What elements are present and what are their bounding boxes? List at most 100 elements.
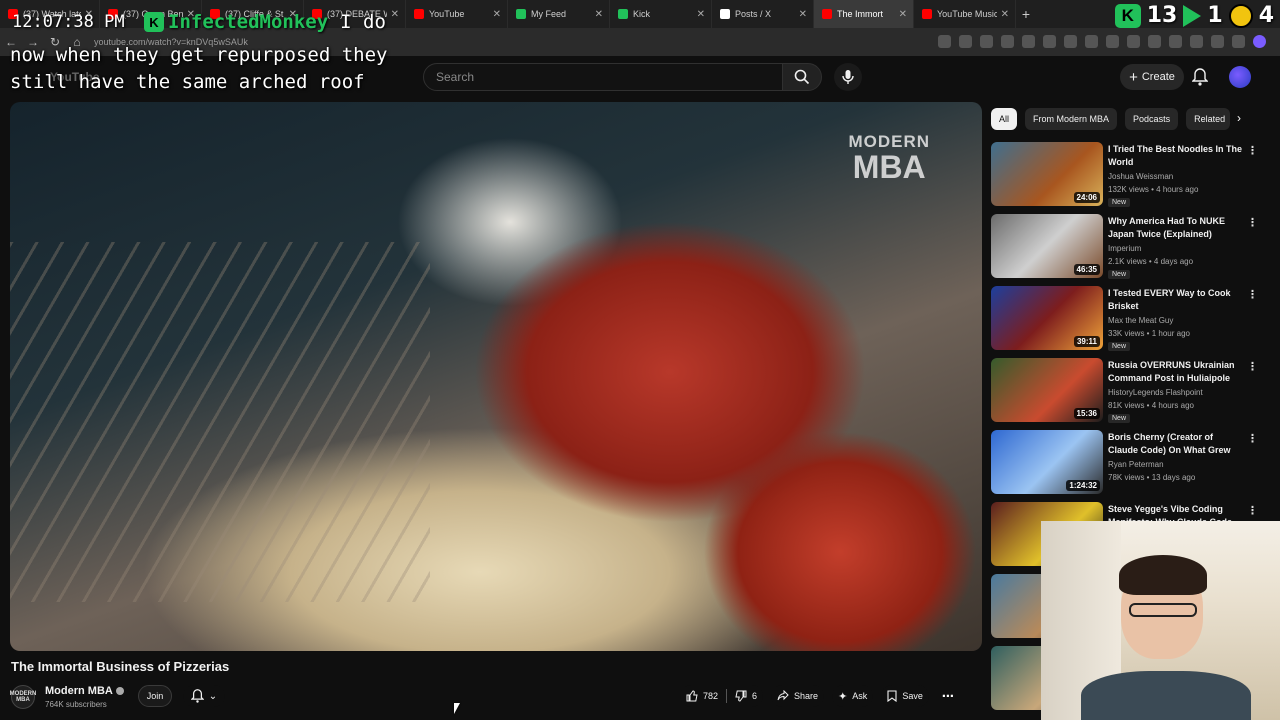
extension-icon[interactable] bbox=[1169, 35, 1182, 48]
list-item[interactable]: 15:36 Russia OVERRUNS Ukrainian Command … bbox=[991, 358, 1266, 430]
rec-channel[interactable]: Imperium bbox=[1108, 244, 1141, 253]
video-thumbnail[interactable]: 46:35 bbox=[991, 214, 1103, 278]
channel-watermark: MODERN MBA bbox=[848, 132, 930, 185]
close-icon[interactable]: ✕ bbox=[1001, 9, 1009, 20]
extension-icon[interactable] bbox=[1001, 35, 1014, 48]
video-thumbnail[interactable]: 24:06 bbox=[991, 142, 1103, 206]
rec-title[interactable]: I Tested EVERY Way to Cook Brisket bbox=[1108, 287, 1243, 313]
extension-icon[interactable] bbox=[1211, 35, 1224, 48]
video-thumbnail[interactable]: 1:24:32 bbox=[991, 430, 1103, 494]
video-player[interactable]: MODERN MBA bbox=[10, 102, 982, 651]
list-item[interactable]: 24:06 I Tried The Best Noodles In The Wo… bbox=[991, 142, 1266, 214]
close-icon[interactable]: ✕ bbox=[899, 9, 907, 20]
rec-channel[interactable]: HistoryLegends Flashpoint bbox=[1108, 388, 1203, 397]
video-thumbnail[interactable]: 39:11 bbox=[991, 286, 1103, 350]
list-item[interactable]: 46:35 Why America Had To NUKE Japan Twic… bbox=[991, 214, 1266, 286]
browser-tab[interactable]: My Feed ✕ bbox=[508, 0, 610, 28]
kebab-menu-icon[interactable]: ⋮ bbox=[1247, 216, 1258, 229]
video-thumbnail[interactable]: 15:36 bbox=[991, 358, 1103, 422]
close-icon[interactable]: ✕ bbox=[697, 9, 705, 20]
extension-icon[interactable] bbox=[1085, 35, 1098, 48]
rec-title[interactable]: I Tried The Best Noodles In The World bbox=[1108, 143, 1243, 169]
close-icon[interactable]: ✕ bbox=[391, 9, 399, 20]
rec-channel[interactable]: Ryan Peterman bbox=[1108, 460, 1164, 469]
chip-from-channel[interactable]: From Modern MBA bbox=[1025, 108, 1118, 130]
kebab-menu-icon[interactable]: ⋮ bbox=[1247, 360, 1258, 373]
close-icon[interactable]: ✕ bbox=[799, 9, 807, 20]
duration-badge: 39:11 bbox=[1073, 336, 1100, 347]
share-button[interactable]: Share bbox=[771, 685, 825, 707]
chip-related[interactable]: Related bbox=[1186, 108, 1231, 130]
extension-icon[interactable] bbox=[938, 35, 951, 48]
duration-badge: 46:35 bbox=[1073, 264, 1100, 275]
kebab-menu-icon[interactable]: ⋮ bbox=[1247, 504, 1258, 517]
rec-channel[interactable]: Max the Meat Guy bbox=[1108, 316, 1173, 325]
voice-search-button[interactable] bbox=[834, 63, 862, 91]
watermark-bottom: MBA bbox=[852, 149, 926, 185]
close-icon[interactable]: ✕ bbox=[595, 9, 603, 20]
save-label: Save bbox=[902, 691, 923, 701]
browser-tab[interactable]: YouTube Music ✕ bbox=[914, 0, 1016, 28]
extension-icon[interactable] bbox=[1043, 35, 1056, 48]
duration-badge: 1:24:32 bbox=[1066, 480, 1100, 491]
browser-tab[interactable]: Posts / X ✕ bbox=[712, 0, 814, 28]
chevron-right-icon[interactable]: › bbox=[1237, 111, 1241, 125]
list-item[interactable]: 1:24:32 Boris Cherny (Creator of Claude … bbox=[991, 430, 1266, 502]
channel-row: MODERN MBA Modern MBA 764K subscribers J… bbox=[10, 683, 983, 711]
kebab-menu-icon[interactable]: ⋮ bbox=[1247, 144, 1258, 157]
dislike-count: 6 bbox=[752, 691, 758, 701]
search-input[interactable]: Search bbox=[423, 63, 783, 91]
more-actions-icon[interactable]: ⋯ bbox=[937, 685, 959, 707]
kebab-menu-icon[interactable]: ⋮ bbox=[1247, 432, 1258, 445]
rec-title[interactable]: Russia OVERRUNS Ukrainian Command Post i… bbox=[1108, 359, 1243, 385]
rec-meta: 78K views • 13 days ago bbox=[1108, 473, 1196, 482]
rec-title[interactable]: Why America Had To NUKE Japan Twice (Exp… bbox=[1108, 215, 1243, 241]
extension-icon[interactable] bbox=[1127, 35, 1140, 48]
account-avatar[interactable] bbox=[1229, 66, 1251, 88]
bookmark-icon bbox=[887, 690, 897, 702]
notification-bell-icon bbox=[190, 689, 204, 703]
ask-button[interactable]: ✦ Ask bbox=[832, 685, 874, 707]
kick-badge-icon: K bbox=[144, 12, 164, 32]
kebab-menu-icon[interactable]: ⋮ bbox=[1247, 288, 1258, 301]
chip-podcasts[interactable]: Podcasts bbox=[1125, 108, 1179, 130]
list-item[interactable]: 39:11 I Tested EVERY Way to Cook Brisket… bbox=[991, 286, 1266, 358]
rec-channel[interactable]: Joshua Weissman bbox=[1108, 172, 1173, 181]
subscription-bell-button[interactable]: ⌄ bbox=[183, 685, 225, 707]
stream-caption: now when they get repurposed they still … bbox=[10, 44, 388, 93]
chip-all[interactable]: All bbox=[991, 108, 1018, 130]
subscriber-count: 764K subscribers bbox=[45, 700, 107, 709]
browser-tab-active[interactable]: The Immort ✕ bbox=[814, 0, 914, 28]
extension-icon[interactable] bbox=[1148, 35, 1161, 48]
thumbs-down-icon bbox=[735, 690, 747, 702]
extension-icon[interactable] bbox=[1106, 35, 1119, 48]
rec-title[interactable]: Boris Cherny (Creator of Claude Code) On… bbox=[1108, 431, 1243, 458]
extension-icon[interactable] bbox=[1232, 35, 1245, 48]
extension-icon[interactable] bbox=[959, 35, 972, 48]
new-tab-button[interactable]: + bbox=[1016, 6, 1036, 22]
browser-tab[interactable]: YouTube ✕ bbox=[406, 0, 508, 28]
extension-icon[interactable] bbox=[1064, 35, 1077, 48]
thumbs-up-icon bbox=[686, 690, 698, 702]
channel-name[interactable]: Modern MBA bbox=[45, 685, 124, 697]
like-button[interactable]: 782 bbox=[686, 690, 718, 702]
dislike-button[interactable]: 6 bbox=[735, 690, 757, 702]
profile-icon[interactable] bbox=[1253, 35, 1266, 48]
close-icon[interactable]: ✕ bbox=[493, 9, 501, 20]
webcam-overlay bbox=[1041, 521, 1280, 720]
extension-icon[interactable] bbox=[1022, 35, 1035, 48]
share-icon bbox=[777, 690, 789, 701]
notifications-bell-icon[interactable] bbox=[1192, 68, 1208, 86]
channel-avatar[interactable]: MODERN MBA bbox=[10, 685, 36, 709]
extension-icon[interactable] bbox=[1190, 35, 1203, 48]
channel-name-text: Modern MBA bbox=[45, 685, 113, 697]
new-badge: New bbox=[1108, 414, 1131, 423]
create-button[interactable]: + Create bbox=[1120, 64, 1184, 90]
search-button[interactable] bbox=[782, 63, 822, 91]
save-button[interactable]: Save bbox=[881, 685, 929, 707]
extension-icon[interactable] bbox=[980, 35, 993, 48]
join-button[interactable]: Join bbox=[138, 685, 172, 707]
webcam-person-hair bbox=[1119, 555, 1207, 595]
video-actions: 782 6 Share ✦ Ask Save ⋯ bbox=[680, 685, 959, 707]
browser-tab[interactable]: Kick ✕ bbox=[610, 0, 712, 28]
